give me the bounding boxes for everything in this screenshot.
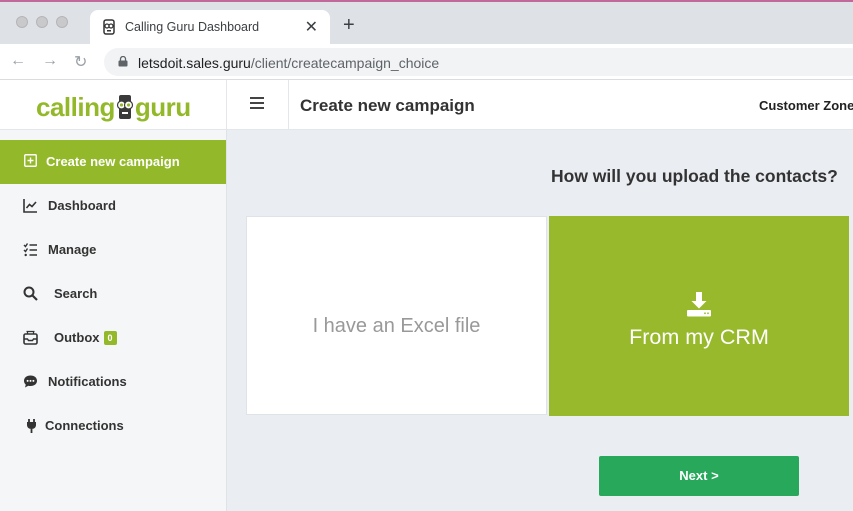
lock-icon xyxy=(118,56,128,67)
chart-line-icon xyxy=(23,199,37,213)
header-divider xyxy=(288,80,289,130)
sidebar-item-label: Search xyxy=(54,286,98,301)
calling-guru-favicon-icon xyxy=(103,19,115,35)
minimize-window-button[interactable] xyxy=(36,16,48,28)
browser-tab-bar: Calling Guru Dashboard ✕ + xyxy=(0,0,853,46)
url-host: letsdoit.sales.guru xyxy=(138,55,251,71)
sidebar-item-search[interactable]: Search xyxy=(0,272,226,316)
plus-square-icon xyxy=(24,154,37,167)
sidebar-item-manage[interactable]: Manage xyxy=(0,228,226,272)
sidebar-item-label: Create new campaign xyxy=(46,154,180,169)
excel-file-option[interactable]: I have an Excel file xyxy=(246,216,547,415)
browser-address-bar: ← → ↻ letsdoit.sales.guru/client/createc… xyxy=(0,44,853,80)
new-tab-icon[interactable]: + xyxy=(343,14,355,37)
upload-question-heading: How will you upload the contacts? xyxy=(551,166,838,186)
download-icon xyxy=(687,292,711,317)
logo-text-calling: calling xyxy=(36,92,115,122)
url-text: letsdoit.sales.guru/client/createcampaig… xyxy=(138,55,439,71)
sidebar-item-notifications[interactable]: Notifications xyxy=(0,360,226,404)
search-icon xyxy=(23,286,38,301)
next-button[interactable]: Next > xyxy=(599,456,799,496)
tab-close-icon[interactable]: ✕ xyxy=(305,17,318,37)
header-divider xyxy=(226,80,227,130)
reload-icon[interactable]: ↻ xyxy=(74,52,87,72)
sidebar: Create new campaign Dashboard Manage Sea… xyxy=(0,130,227,511)
url-field[interactable]: letsdoit.sales.guru/client/createcampaig… xyxy=(104,48,853,76)
hamburger-menu-icon[interactable] xyxy=(250,97,264,109)
tab-title: Calling Guru Dashboard xyxy=(125,20,260,34)
logo-text-guru: guru xyxy=(134,92,191,122)
url-path: /client/createcampaign_choice xyxy=(250,55,440,71)
excel-option-label: I have an Excel file xyxy=(312,315,481,337)
sidebar-item-outbox[interactable]: Outbox 0 xyxy=(0,316,226,360)
plug-icon xyxy=(27,419,36,433)
browser-tab[interactable]: Calling Guru Dashboard ✕ xyxy=(90,10,330,46)
checklist-icon xyxy=(23,243,37,257)
app-header: calling guru Create new campaign Custome… xyxy=(0,80,853,130)
sidebar-item-label: Manage xyxy=(48,242,97,257)
crm-option-label: From my CRM xyxy=(629,325,769,349)
crm-option[interactable]: From my CRM xyxy=(549,216,849,416)
comment-dots-icon xyxy=(24,375,37,388)
sidebar-item-label: Notifications xyxy=(48,374,127,389)
sidebar-item-label: Connections xyxy=(45,418,124,433)
outbox-label: Outbox xyxy=(54,330,100,345)
back-arrow-icon[interactable]: ← xyxy=(10,52,26,70)
calling-guru-logo[interactable]: calling guru xyxy=(36,92,191,123)
inbox-icon xyxy=(23,330,38,345)
sidebar-item-connections[interactable]: Connections xyxy=(0,404,226,448)
outbox-count-badge: 0 xyxy=(103,331,117,345)
zoom-window-button[interactable] xyxy=(56,16,68,28)
sidebar-item-dashboard[interactable]: Dashboard xyxy=(0,184,226,228)
phone-robot-icon xyxy=(116,95,133,120)
forward-arrow-icon[interactable]: → xyxy=(42,52,58,70)
sidebar-item-label: Dashboard xyxy=(48,198,116,213)
customer-zone-link[interactable]: Customer Zone xyxy=(759,98,853,113)
close-window-button[interactable] xyxy=(16,16,28,28)
sidebar-item-create-new-campaign[interactable]: Create new campaign xyxy=(0,140,226,184)
sidebar-item-label: Outbox 0 xyxy=(54,330,117,345)
page-title: Create new campaign xyxy=(300,96,475,115)
